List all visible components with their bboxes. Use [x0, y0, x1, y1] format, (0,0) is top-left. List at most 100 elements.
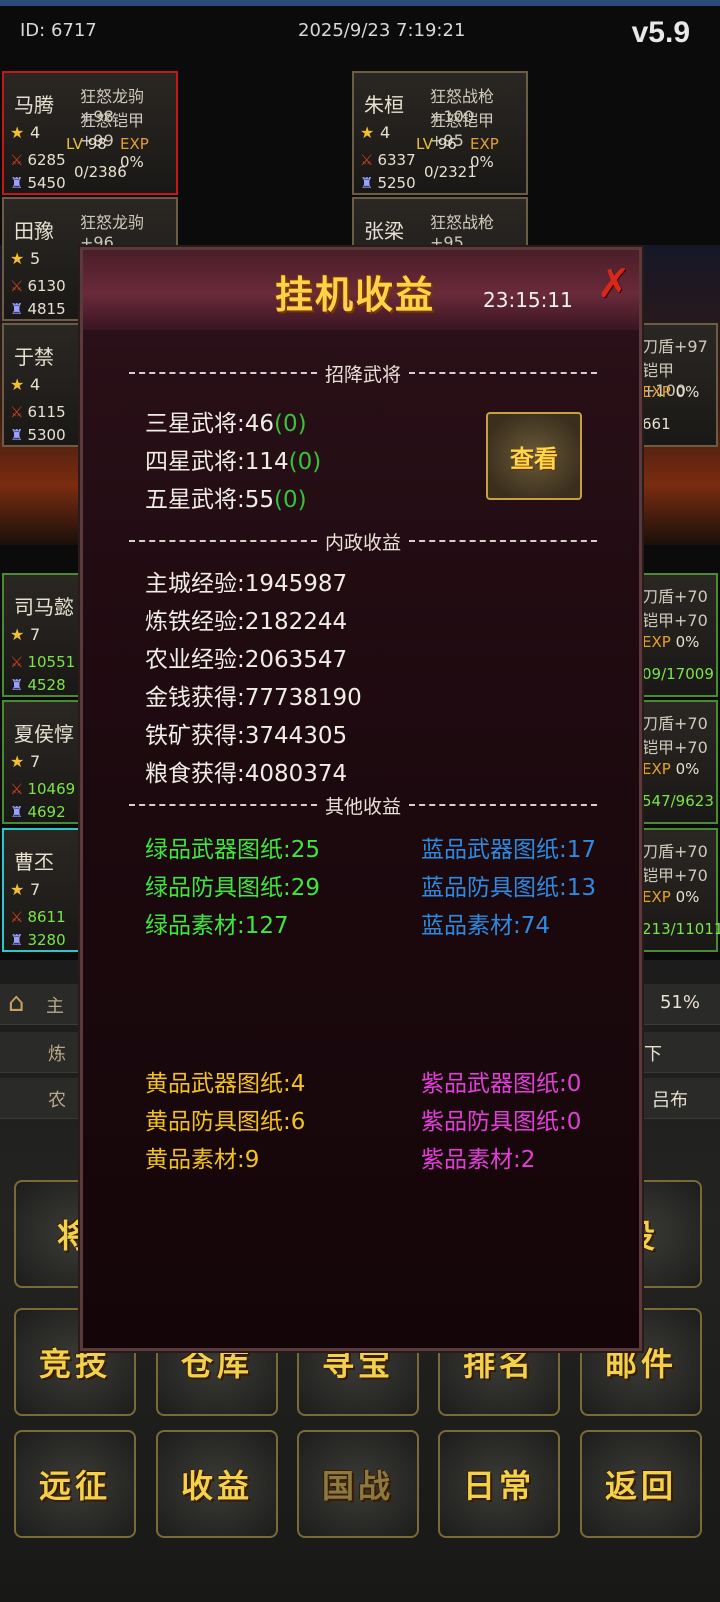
- hero-name: 张梁: [364, 219, 404, 243]
- hero-stars: 7: [30, 880, 41, 899]
- yellow-item: 黄品防具图纸:6: [145, 1109, 306, 1135]
- armor-icon: ♜: [360, 174, 374, 192]
- hero-hp: 213/11011: [642, 920, 720, 938]
- yellow-item: 黄品素材:9: [145, 1147, 260, 1173]
- sword-icon: ⚔: [10, 277, 24, 295]
- hero-equip-1: 狂怒龙驹+96: [80, 213, 145, 252]
- hero-equip-2: 铠甲+70: [642, 738, 708, 757]
- green-item: 绿品防具图纸:29: [145, 875, 321, 901]
- hero-defense: ♜ 4528: [10, 676, 66, 694]
- hero-card-right-1[interactable]: 刀盾+97 铠甲+100 EXP 0% 661: [636, 323, 718, 447]
- hero-hp: 547/9623: [642, 792, 714, 810]
- hero-hp: 0/2386: [74, 163, 127, 181]
- stat-bar-label-2: 炼: [48, 1044, 66, 1065]
- exp-label: EXP 0%: [120, 135, 149, 171]
- domestic-line: 主城经验:1945987: [145, 571, 348, 597]
- star-icon: ★: [360, 123, 375, 142]
- datetime: 2025/9/23 7:19:21: [298, 20, 466, 41]
- hero-card-right-4[interactable]: 刀盾+70 铠甲+70 EXP 0% 213/11011: [636, 828, 720, 952]
- player-id: ID: 6717: [20, 20, 97, 41]
- stat-bar-label-1: 主: [46, 996, 64, 1017]
- hero-stars: 7: [30, 752, 41, 771]
- hero-equip-2: 铠甲+70: [642, 866, 708, 885]
- hero-stars: 4: [30, 123, 41, 142]
- nation-war-button[interactable]: 国战: [297, 1430, 419, 1538]
- earnings-button[interactable]: 收益: [156, 1430, 278, 1538]
- star-icon: ★: [10, 752, 25, 771]
- hero-attack: ⚔ 10551: [10, 653, 76, 671]
- idle-earnings-dialog: 挂机收益 23:15:11 ✗ 招降武将 三星武将:46(0) 四星武将:114…: [80, 247, 642, 1351]
- hero-name: 马腾: [14, 93, 54, 117]
- star-icon: ★: [10, 625, 25, 644]
- hero-card-ma-teng[interactable]: 马腾 狂怒龙驹+98 狂怒铠甲+99 ★ 4 LV 98 EXP 0% ⚔ 628…: [2, 71, 178, 195]
- domestic-line: 农业经验:2063547: [145, 647, 348, 673]
- recruit-3star: 三星武将:46(0): [145, 411, 307, 437]
- sword-icon: ⚔: [10, 403, 24, 421]
- hero-defense: ♜ 3280: [10, 931, 66, 949]
- view-button[interactable]: 查看: [486, 412, 582, 500]
- exp-label: EXP 0%: [642, 760, 700, 778]
- green-item: 绿品素材:127: [145, 913, 289, 939]
- armor-icon: ♜: [10, 174, 24, 192]
- hero-defense: ♜ 5450: [10, 174, 66, 192]
- level-label: LV 96: [416, 135, 457, 153]
- exp-label: EXP 0%: [642, 888, 700, 906]
- domestic-line: 铁矿获得:3744305: [145, 723, 348, 749]
- blue-item: 蓝品素材:74: [421, 913, 551, 939]
- hero-defense: ♜ 4815: [10, 300, 66, 318]
- expedition-button[interactable]: 远征: [14, 1430, 136, 1538]
- star-icon: ★: [10, 375, 25, 394]
- hero-name: 朱桓: [364, 93, 404, 117]
- hero-attack: ⚔ 8611: [10, 908, 66, 926]
- daily-button[interactable]: 日常: [438, 1430, 560, 1538]
- level-label: LV 98: [66, 135, 107, 153]
- stat-bar-text-2: 下: [644, 1044, 662, 1065]
- hero-equip-1: 刀盾+70: [642, 714, 708, 733]
- hero-card-right-3[interactable]: 刀盾+70 铠甲+70 EXP 0% 547/9623: [636, 700, 718, 824]
- hero-card-right-2[interactable]: 刀盾+70 铠甲+70 EXP 0% 09/17009: [636, 573, 718, 697]
- armor-icon: ♜: [10, 300, 24, 318]
- hero-hp: 0/2321: [424, 163, 477, 181]
- hero-hp: 661: [642, 415, 671, 433]
- hero-attack: ⚔ 6115: [10, 403, 66, 421]
- stat-bar-text-3: 吕布: [652, 1090, 688, 1111]
- back-button[interactable]: 返回: [580, 1430, 702, 1538]
- hero-equip-1: 刀盾+70: [642, 587, 708, 606]
- hero-hp: 09/17009: [642, 665, 714, 683]
- hero-name: 曹丕: [14, 850, 54, 874]
- recruit-4star: 四星武将:114(0): [145, 449, 322, 475]
- hero-card-zhu-huan[interactable]: 朱桓 狂怒战枪+100 狂怒铠甲+95 ★ 4 LV 96 EXP 0% ⚔ 63…: [352, 71, 528, 195]
- exp-label: EXP 0%: [642, 633, 700, 651]
- hero-stars: 4: [30, 375, 41, 394]
- recruit-5star: 五星武将:55(0): [145, 487, 307, 513]
- star-icon: ★: [10, 880, 25, 899]
- hero-attack: ⚔ 10469: [10, 780, 76, 798]
- hero-attack: ⚔ 6130: [10, 277, 66, 295]
- dialog-title: 挂机收益: [275, 273, 436, 317]
- hero-equip-1: 刀盾+97: [642, 337, 708, 356]
- yellow-item: 黄品武器图纸:4: [145, 1071, 306, 1097]
- hero-attack: ⚔ 6337: [360, 151, 416, 169]
- hero-equip-2: 铠甲+70: [642, 611, 708, 630]
- armor-icon: ♜: [10, 426, 24, 444]
- armor-icon: ♜: [10, 931, 24, 949]
- close-icon[interactable]: ✗: [597, 264, 631, 304]
- section-other: 其他收益: [129, 792, 597, 818]
- domestic-line: 金钱获得:77738190: [145, 685, 362, 711]
- stat-bar-label-3: 农: [48, 1090, 66, 1111]
- hero-defense: ♜ 5250: [360, 174, 416, 192]
- dialog-body: 招降武将 三星武将:46(0) 四星武将:114(0) 五星武将:55(0) 查…: [83, 330, 639, 1348]
- exp-label: EXP 0%: [470, 135, 499, 171]
- purple-item: 紫品素材:2: [421, 1147, 536, 1173]
- green-item: 绿品武器图纸:25: [145, 837, 321, 863]
- top-accent-bar: [0, 0, 720, 6]
- exp-label: EXP 0%: [642, 383, 700, 401]
- hero-stars: 4: [380, 123, 391, 142]
- idle-time: 23:15:11: [483, 288, 573, 312]
- blue-item: 蓝品防具图纸:13: [421, 875, 597, 901]
- hero-name: 田豫: [14, 219, 54, 243]
- purple-item: 紫品防具图纸:0: [421, 1109, 582, 1135]
- armor-icon: ♜: [10, 803, 24, 821]
- domestic-line: 粮食获得:4080374: [145, 761, 348, 787]
- sword-icon: ⚔: [10, 653, 24, 671]
